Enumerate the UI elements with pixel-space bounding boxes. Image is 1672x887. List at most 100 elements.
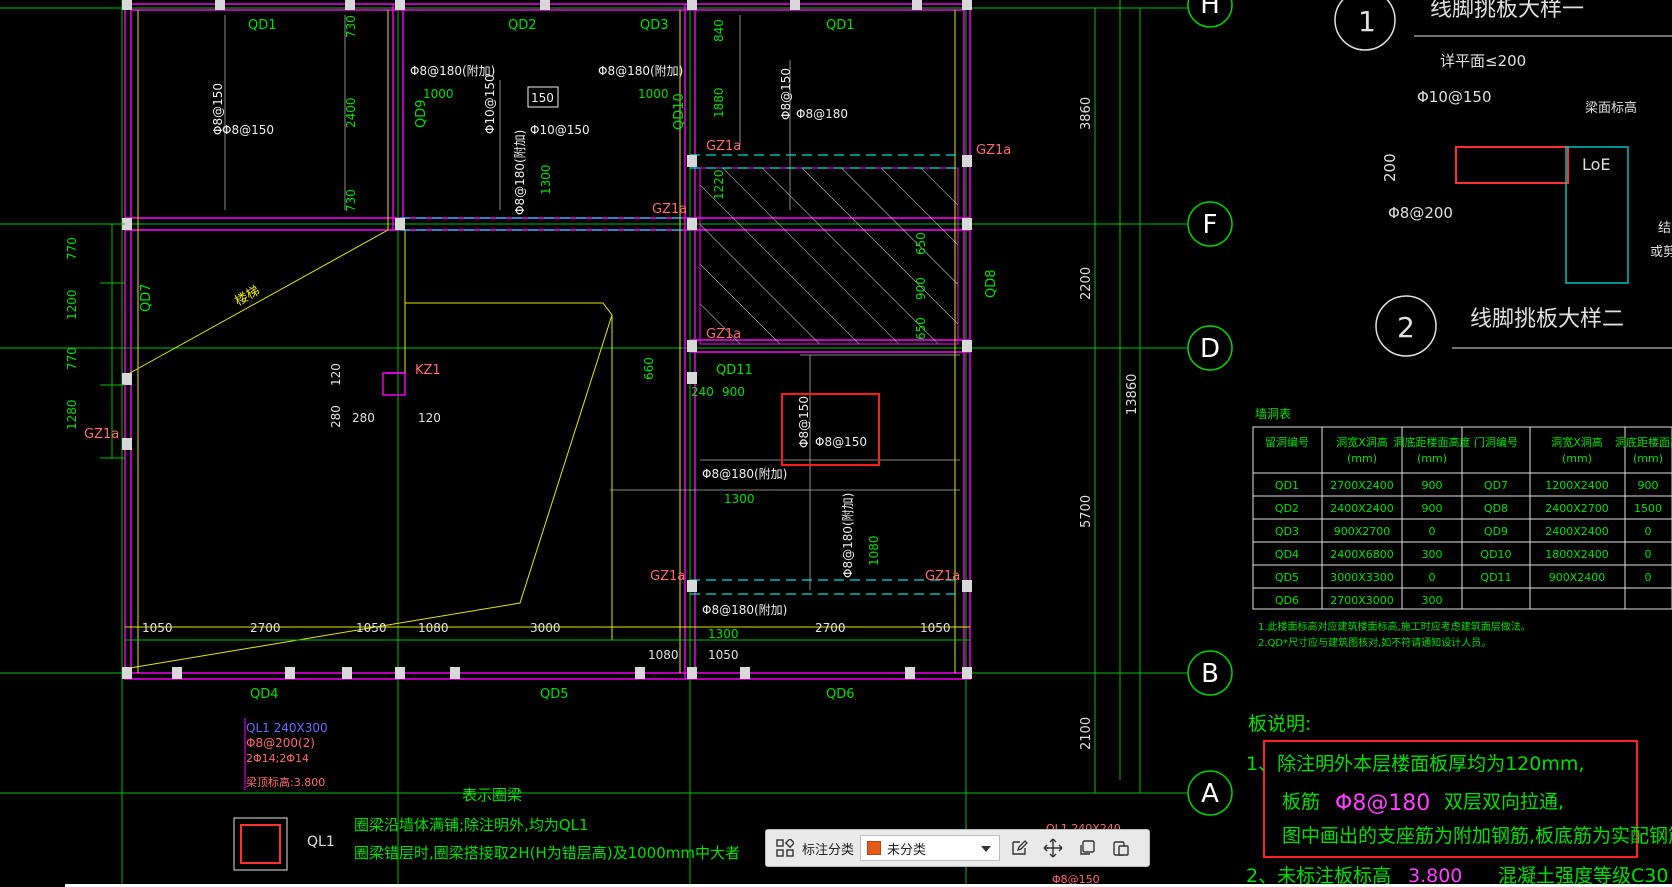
room-label[interactable]: QD11: [716, 363, 753, 378]
table-header-cell: 洞宽X洞高: [1551, 435, 1603, 449]
dim-text: 1280: [65, 399, 79, 430]
dim-text: 770: [65, 237, 79, 260]
dim-text: 5700: [1079, 495, 1094, 528]
column-tag[interactable]: GZ1a: [84, 427, 119, 442]
table-note-1: 1.此楼面标高对应建筑楼面标高,施工时应考虑建筑面层做法。: [1258, 620, 1531, 633]
rebar-annotation[interactable]: Φ8@180(附加): [598, 64, 683, 78]
paste-button[interactable]: [1106, 834, 1136, 862]
table-header-cell: (mm): [1347, 452, 1377, 465]
table-header-cell: (mm): [1633, 452, 1663, 465]
rebar-annotation[interactable]: Φ10@150: [483, 74, 497, 134]
dim-text: 840: [712, 19, 726, 42]
axis-label-f: F: [1203, 210, 1218, 240]
dim-text: 770: [65, 347, 79, 370]
detail-number-2: 2: [1397, 311, 1415, 344]
category-selected-value: 未分类: [887, 842, 927, 858]
dim-text: 1300: [539, 164, 553, 195]
column-tag[interactable]: GZ1a: [706, 139, 741, 154]
table-cell: 2400X2400: [1330, 502, 1394, 515]
table-cell: 2400X2700: [1545, 502, 1609, 515]
column-tag[interactable]: GZ1a: [925, 569, 960, 584]
dim-text: 1080: [867, 535, 881, 566]
dim-text: 900: [914, 277, 928, 300]
legend-line-2: 圈梁错层时,圈梁搭接取2H(H为错层高)及1000mm中大者: [354, 844, 740, 862]
rebar-annotation[interactable]: Φ8@180(附加): [702, 467, 787, 481]
rebar-annotation[interactable]: Φ8@150: [779, 68, 793, 120]
table-cell: QD10: [1480, 548, 1511, 561]
table-header-cell: 留洞编号: [1265, 435, 1309, 449]
table-cell: 0: [1645, 525, 1652, 538]
category-color-swatch: [867, 841, 882, 855]
table-cell: 2700X2400: [1330, 479, 1394, 492]
room-label[interactable]: QD4: [250, 687, 279, 702]
edit-button[interactable]: [1004, 834, 1034, 862]
table-cell: QD6: [1275, 594, 1299, 607]
rebar-annotation[interactable]: Φ8@150: [815, 435, 867, 449]
room-label[interactable]: QD2: [508, 18, 537, 33]
rebar-annotation[interactable]: Φ8@180: [796, 107, 848, 121]
notes-line-3: 图中画出的支座筋为附加钢筋,板底筋为实配钢筋。: [1282, 825, 1672, 847]
detail-edge-2: 或剪: [1650, 244, 1672, 260]
column-tag[interactable]: GZ1a: [652, 202, 687, 217]
column-tag[interactable]: GZ1a: [976, 143, 1011, 158]
dim-text: 280: [352, 411, 375, 425]
dim-text: 1000: [423, 87, 454, 101]
dim-text: 1200: [65, 289, 79, 320]
grid-menu-icon[interactable]: [772, 835, 798, 861]
room-label[interactable]: QD6: [826, 687, 855, 702]
column-tag[interactable]: KZ1: [415, 363, 441, 378]
dim-text: 120: [418, 411, 441, 425]
detail-title-2: 线脚挑板大样二: [1470, 307, 1624, 332]
dim-text: 1080: [418, 621, 449, 635]
room-label[interactable]: QD8: [984, 269, 999, 298]
table-cell: 900X2400: [1549, 571, 1606, 584]
rebar-annotation[interactable]: Φ10@150: [530, 123, 590, 137]
rebar-annotation[interactable]: Φ8@180(附加): [841, 493, 855, 578]
cad-drawing-canvas[interactable]: H F D B A QD1 QD2 QD3 QD1 QD4 QD5 QD6 QD…: [0, 0, 1672, 887]
table-cell: 900: [1638, 479, 1659, 492]
stair-label: 楼梯: [233, 283, 263, 309]
copy-icon: [1080, 840, 1095, 855]
room-label[interactable]: QD1: [826, 18, 855, 33]
dim-text: 1050: [142, 621, 173, 635]
category-dropdown[interactable]: 未分类: [860, 835, 1001, 861]
column-tag[interactable]: GZ1a: [650, 569, 685, 584]
ring-beam-legend: QL1 240X300 Φ8@200(2) 2Φ14;2Φ14 梁顶标高:3.8…: [233, 718, 740, 871]
column-tag[interactable]: GZ1a: [706, 327, 741, 342]
axis-label-h: H: [1200, 0, 1220, 20]
table-cell: 2400X2400: [1545, 525, 1609, 538]
room-label[interactable]: QD3: [640, 18, 669, 33]
table-header-cell: 洞底距楼面高: [1615, 435, 1672, 449]
room-label[interactable]: QD10: [672, 93, 687, 130]
dim-text: 1050: [708, 648, 739, 662]
axis-bubbles: [1187, 0, 1233, 816]
room-label[interactable]: QD9: [414, 99, 429, 128]
table-header-cell: 门洞编号: [1474, 435, 1518, 449]
room-label[interactable]: QD5: [540, 687, 569, 702]
room-label[interactable]: QD7: [139, 283, 154, 312]
copy-button[interactable]: [1072, 834, 1102, 862]
dim-text: 650: [914, 317, 928, 340]
dim-text: 3000: [530, 621, 561, 635]
table-header-cell: (mm): [1562, 452, 1592, 465]
room-label[interactable]: QD1: [248, 18, 277, 33]
move-button[interactable]: [1038, 834, 1068, 862]
rebar-annotation[interactable]: Φ8@180(附加): [513, 130, 527, 215]
notes-line-1: 1、除注明外本层楼面板厚均为120mm,: [1246, 753, 1584, 775]
rebar-annotation[interactable]: Φ8@180(附加): [702, 603, 787, 617]
dim-text: 13860: [1125, 374, 1140, 415]
dim-text: 1000: [638, 87, 669, 101]
table-cell: 0: [1429, 525, 1436, 538]
rebar-annotation[interactable]: Φ8@150: [797, 396, 811, 448]
rebar-annotation[interactable]: Φ8@150: [222, 123, 274, 137]
dim-text: 1080: [648, 648, 679, 662]
axis-label-d: D: [1200, 334, 1220, 364]
table-cell: QD2: [1275, 502, 1299, 515]
dim-text: 730: [344, 189, 358, 212]
table-cell: 300: [1422, 594, 1443, 607]
dim-text: 2200: [1079, 267, 1094, 300]
legend-beam-spec: QL1 240X300: [246, 721, 328, 735]
dim-text: 240: [691, 385, 714, 399]
table-cell: 0: [1645, 548, 1652, 561]
detail-beam-elev: 梁面标高: [1585, 100, 1637, 116]
